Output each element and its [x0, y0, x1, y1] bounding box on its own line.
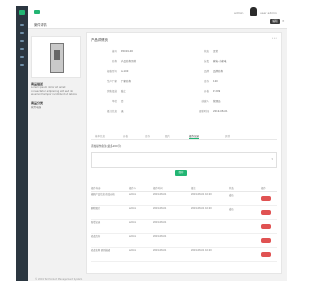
avatar[interactable]: [250, 7, 257, 16]
delete-button[interactable]: [261, 210, 271, 215]
field-row: 品牌 品牌名称: [203, 70, 224, 73]
nav-icon-5[interactable]: [20, 56, 24, 58]
table-row: 修改库存 admin 2019-08-01: [91, 234, 277, 248]
app-frame: 案件详情 admin user admin 编辑 ✕ 商品描述 Lorem ip…: [16, 6, 287, 281]
tab-basic[interactable]: 基本信息: [95, 134, 105, 138]
field-row: 单位台: [111, 100, 124, 103]
page-title: 产品详情页: [91, 38, 108, 42]
table-row: 修改名称 更新描述 admin 2019-08-01 2019-08-01 10:20: [91, 248, 277, 262]
field-row: 销售渠道 线上: [106, 90, 127, 93]
description-text: Lorem ipsum dolor sit amet consectetur a…: [31, 86, 77, 97]
nav-icon-1[interactable]: [20, 24, 24, 26]
field-row: 生产厂家 厂家名称: [106, 80, 132, 83]
breadcrumb: 案件详情: [34, 23, 47, 27]
save-button[interactable]: 保存: [175, 170, 187, 176]
table-header: 操作内容 操作人 操作时间 备注 状态 操作: [91, 185, 277, 192]
tab-history[interactable]: 操作记录: [189, 134, 200, 139]
main-panel: 产品详情页 ••• 编号 P2019-00 名称 产品名称示例 规格型号 A-100 …: [86, 32, 282, 274]
field-row: 规格型号 A-100: [106, 70, 129, 73]
delete-button[interactable]: [261, 238, 271, 243]
nav-icon-2[interactable]: [20, 32, 24, 34]
field-row: 更新时间 2019-08-01: [198, 110, 228, 113]
field-row: 状态 正常: [203, 50, 219, 53]
tab-bar: 基本信息 价格 库存 图片 操作记录 其他: [91, 133, 277, 140]
delete-button[interactable]: [261, 252, 271, 257]
table-row: 编辑产品信息 修改价格 admin 2019-08-01 2019-08-01 10:…: [91, 192, 277, 206]
field-row: 价格 ¥ 299: [203, 90, 221, 93]
product-image: [31, 36, 81, 78]
tab-stock[interactable]: 库存: [145, 134, 150, 138]
field-row: 分类 家电-小家电: [203, 60, 227, 63]
table-row: 新增记录 admin 2019-08-01: [91, 220, 277, 234]
nav-icon-4[interactable]: [20, 48, 24, 50]
device-icon: [50, 43, 64, 73]
more-icon[interactable]: •••: [272, 36, 277, 40]
edit-button[interactable]: 编辑: [270, 19, 280, 24]
tab-price[interactable]: 价格: [123, 134, 128, 138]
nav-icon-3[interactable]: [20, 40, 24, 42]
user-name[interactable]: user admin: [260, 11, 277, 15]
delete-button[interactable]: [261, 196, 271, 201]
top-header: 案件详情 admin user admin 编辑 ✕: [28, 6, 287, 29]
tab-other[interactable]: 其他: [225, 134, 230, 138]
field-row: 编号 P2019-00: [111, 50, 133, 53]
field-row: 名称 产品名称示例: [111, 60, 137, 63]
tab-images[interactable]: 图片: [165, 134, 170, 138]
table-row: 删除图片 admin 2019-08-01 2019-08-01 10:20 成功: [91, 206, 277, 220]
back-tag[interactable]: [34, 10, 40, 14]
remark-input[interactable]: ▾: [91, 152, 277, 168]
user-short: admin: [234, 11, 244, 15]
sidebar-rail: [16, 6, 28, 281]
left-panel: 商品描述 Lorem ipsum dolor sit amet consecte…: [31, 36, 83, 156]
nav-icon-6[interactable]: [20, 64, 24, 66]
close-icon[interactable]: ✕: [282, 19, 285, 23]
field-row: 创建人 管理员: [201, 100, 221, 103]
chevron-down-icon: ▾: [271, 157, 273, 161]
field-row: 备注信息无: [106, 110, 124, 113]
logo[interactable]: [19, 10, 25, 15]
category-value: 家用电器: [31, 105, 42, 109]
field-row: 库存 120: [203, 80, 218, 83]
delete-button[interactable]: [261, 224, 271, 229]
remark-title: 添加操作备注(最多200字): [91, 145, 122, 148]
